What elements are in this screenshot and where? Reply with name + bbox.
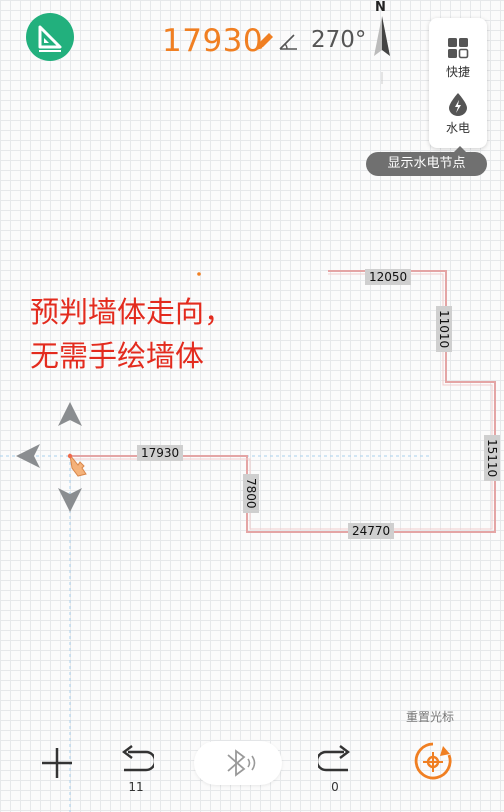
reset-cursor-label: 重置光标	[406, 710, 455, 724]
undo-icon[interactable]	[118, 744, 154, 778]
redo-count: 0	[331, 780, 339, 794]
caption-line-2: 无需手绘墙体	[30, 339, 205, 373]
arrow-up-icon[interactable]	[58, 402, 82, 426]
direction-pad	[16, 402, 82, 512]
undo-count: 11	[128, 780, 144, 794]
wall-label-current[interactable]: 17930	[137, 445, 184, 461]
wall-label-right-upper[interactable]: 11010	[436, 306, 452, 353]
reset-cursor-icon[interactable]	[412, 740, 454, 782]
wall-label-top[interactable]: 12050	[365, 269, 412, 285]
wall-label-left-vertical[interactable]: 7800	[243, 474, 259, 513]
arrow-left-icon[interactable]	[16, 444, 40, 468]
bluetooth-button[interactable]	[194, 741, 282, 785]
wall-label-bottom[interactable]: 24770	[348, 523, 395, 539]
caption-line-1: 预判墙体走向，	[30, 295, 234, 329]
redo-icon[interactable]	[318, 744, 354, 778]
hand-cursor-icon[interactable]	[66, 452, 92, 478]
bluetooth-icon	[227, 749, 256, 777]
anchor-dot	[197, 272, 201, 276]
hint-caption: 预判墙体走向， 无需手绘墙体	[30, 290, 233, 378]
arrow-down-icon[interactable]	[58, 488, 82, 512]
wall-label-right[interactable]: 15110	[484, 435, 500, 482]
add-icon[interactable]	[40, 746, 74, 780]
